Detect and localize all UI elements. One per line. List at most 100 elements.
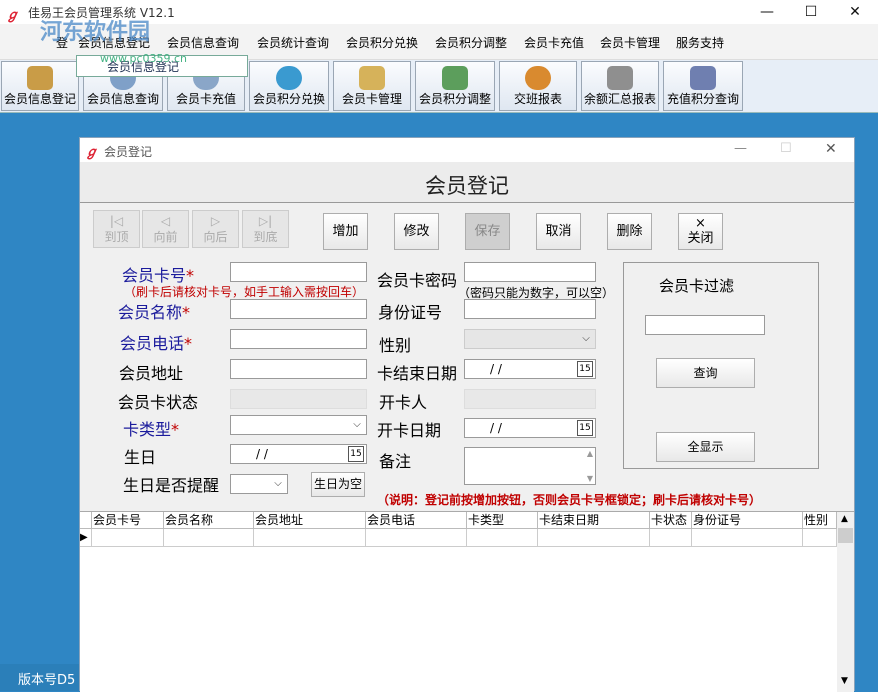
- close-button[interactable]: ✕: [832, 0, 878, 24]
- opener-label: 开卡人: [379, 393, 428, 412]
- nav-prev-button[interactable]: ◁ 向前: [142, 210, 189, 248]
- open-date-value: / /: [490, 421, 502, 435]
- grid-header-card-no[interactable]: 会员卡号: [92, 512, 164, 529]
- grid-header-card-end-date[interactable]: 卡结束日期: [538, 512, 650, 529]
- card-password-input[interactable]: [464, 262, 596, 282]
- scroll-icon: [607, 66, 633, 90]
- grid-header-gender[interactable]: 性别: [803, 512, 837, 529]
- menu-item-points-adjust[interactable]: 会员积分调整: [435, 34, 507, 51]
- version-label: 版本号D5: [18, 673, 76, 688]
- grid-header-card-type[interactable]: 卡类型: [467, 512, 538, 529]
- prev-icon: ◁: [160, 214, 171, 228]
- calendar-icon[interactable]: 15: [577, 361, 593, 377]
- cancel-button[interactable]: 取消: [536, 213, 581, 250]
- card-no-input[interactable]: [230, 262, 367, 282]
- minimize-button[interactable]: —: [744, 0, 790, 24]
- show-all-button[interactable]: 全显示: [656, 432, 755, 462]
- save-button[interactable]: 保存: [465, 213, 510, 250]
- delete-button[interactable]: 删除: [607, 213, 652, 250]
- phone-input[interactable]: [230, 329, 367, 349]
- address-label: 会员地址: [119, 364, 184, 383]
- name-input[interactable]: [230, 299, 367, 319]
- nav-first-button[interactable]: |◁ 到顶: [93, 210, 140, 248]
- grid-header-id-no[interactable]: 身份证号: [692, 512, 803, 529]
- table-row-cell[interactable]: [92, 529, 164, 547]
- toolbar-points-adjust-button[interactable]: 会员积分调整: [415, 61, 495, 111]
- grid-header-phone[interactable]: 会员电话: [366, 512, 467, 529]
- table-row-cell[interactable]: [254, 529, 366, 547]
- table-row-cell[interactable]: [467, 529, 538, 547]
- menu-item-member-query[interactable]: 会员信息查询: [167, 34, 239, 51]
- required-mark: *: [182, 303, 191, 322]
- menu-item-card-recharge[interactable]: 会员卡充值: [524, 34, 584, 51]
- nav-label: 到底: [253, 230, 278, 244]
- edit-button[interactable]: 修改: [394, 213, 439, 250]
- grid-header-name[interactable]: 会员名称: [164, 512, 254, 529]
- app-logo-icon: ℊ: [6, 8, 20, 23]
- table-row-cell[interactable]: [538, 529, 650, 547]
- id-no-input[interactable]: [464, 299, 596, 319]
- toolbar-label: 充值积分查询: [666, 92, 739, 106]
- phone-label-text: 会员电话: [120, 334, 185, 353]
- required-mark: *: [171, 420, 180, 439]
- person-icon: [27, 66, 53, 90]
- table-row-cell[interactable]: [803, 529, 837, 547]
- dialog-titlebar: ℊ 会员登记 — ☐ ✕: [80, 138, 854, 162]
- table-row-cell[interactable]: [650, 529, 692, 547]
- table-row-cell[interactable]: [164, 529, 254, 547]
- toolbar-balance-report-button[interactable]: 余额汇总报表: [581, 61, 659, 111]
- usage-note: （说明：登记前按增加按钮，否则会员卡号框锁定；刷卡后请核对卡号）: [377, 493, 762, 507]
- menu-item-support[interactable]: 服务支持: [676, 34, 724, 51]
- gender-select[interactable]: ⌵: [464, 329, 596, 349]
- grid-corner: [80, 512, 92, 529]
- toolbar-card-manage-button[interactable]: 会员卡管理: [333, 61, 411, 111]
- birthday-remind-select[interactable]: ⌵: [230, 474, 288, 494]
- grid-header-card-status[interactable]: 卡状态: [650, 512, 692, 529]
- dialog-minimize-button[interactable]: —: [734, 141, 747, 156]
- toolbar-shift-report-button[interactable]: 交班报表: [499, 61, 577, 111]
- table-row-cell[interactable]: [692, 529, 803, 547]
- gender-label: 性别: [379, 336, 412, 355]
- filter-query-button[interactable]: 查询: [656, 358, 755, 388]
- scroll-up-icon[interactable]: ▲: [587, 449, 593, 458]
- grid-header-address[interactable]: 会员地址: [254, 512, 366, 529]
- calendar-icon[interactable]: 15: [577, 420, 593, 436]
- toolbar-label: 会员信息查询: [86, 92, 159, 106]
- grid-scrollbar[interactable]: ▲ ▼: [837, 512, 854, 692]
- scroll-down-icon[interactable]: ▼: [841, 676, 848, 686]
- menu-item-points-exchange[interactable]: 会员积分兑换: [346, 34, 418, 51]
- chevron-down-icon: ⌵: [582, 333, 590, 344]
- toolbar-label: 交班报表: [513, 92, 562, 106]
- scroll-thumb[interactable]: [838, 528, 853, 543]
- card-end-date-input[interactable]: / / 15: [464, 359, 596, 379]
- nav-label: 向前: [153, 230, 178, 244]
- phone-label: 会员电话*: [120, 330, 192, 354]
- nav-last-button[interactable]: ▷| 到底: [242, 210, 289, 248]
- dialog-close-button[interactable]: ✕: [825, 141, 837, 157]
- toolbar-member-register-button[interactable]: 会员信息登记: [1, 61, 79, 111]
- address-input[interactable]: [230, 359, 367, 379]
- card-type-select[interactable]: ⌵: [230, 415, 367, 435]
- dialog-heading: 会员登记: [425, 174, 509, 198]
- member-grid[interactable]: 会员卡号 会员名称 会员地址 会员电话 卡类型 卡结束日期 卡状态 身份证号 性…: [80, 511, 854, 692]
- open-date-input[interactable]: / / 15: [464, 418, 596, 438]
- clear-birthday-button[interactable]: 生日为空: [311, 472, 365, 497]
- filter-input[interactable]: [645, 315, 765, 335]
- close-icon: ×: [695, 216, 706, 231]
- scroll-down-icon[interactable]: ▼: [587, 474, 593, 483]
- card-password-label: 会员卡密码: [377, 271, 458, 290]
- dialog-maximize-button[interactable]: ☐: [780, 141, 792, 156]
- toolbar-recharge-points-query-button[interactable]: 充值积分查询: [663, 61, 743, 111]
- table-row-cell[interactable]: [366, 529, 467, 547]
- remark-textarea[interactable]: ▲ ▼: [464, 447, 596, 485]
- menu-item-card-manage[interactable]: 会员卡管理: [600, 34, 660, 51]
- scroll-up-icon[interactable]: ▲: [841, 514, 848, 524]
- close-dialog-button[interactable]: × 关闭: [678, 213, 723, 250]
- nav-next-button[interactable]: ▷ 向后: [192, 210, 239, 248]
- menu-item-member-stats[interactable]: 会员统计查询: [257, 34, 329, 51]
- birthday-date-input[interactable]: / / 15: [230, 444, 367, 464]
- calendar-icon[interactable]: 15: [348, 446, 364, 462]
- toolbar-points-exchange-button[interactable]: 会员积分兑换: [249, 61, 329, 111]
- maximize-button[interactable]: ☐: [788, 0, 834, 24]
- add-button[interactable]: 增加: [323, 213, 368, 250]
